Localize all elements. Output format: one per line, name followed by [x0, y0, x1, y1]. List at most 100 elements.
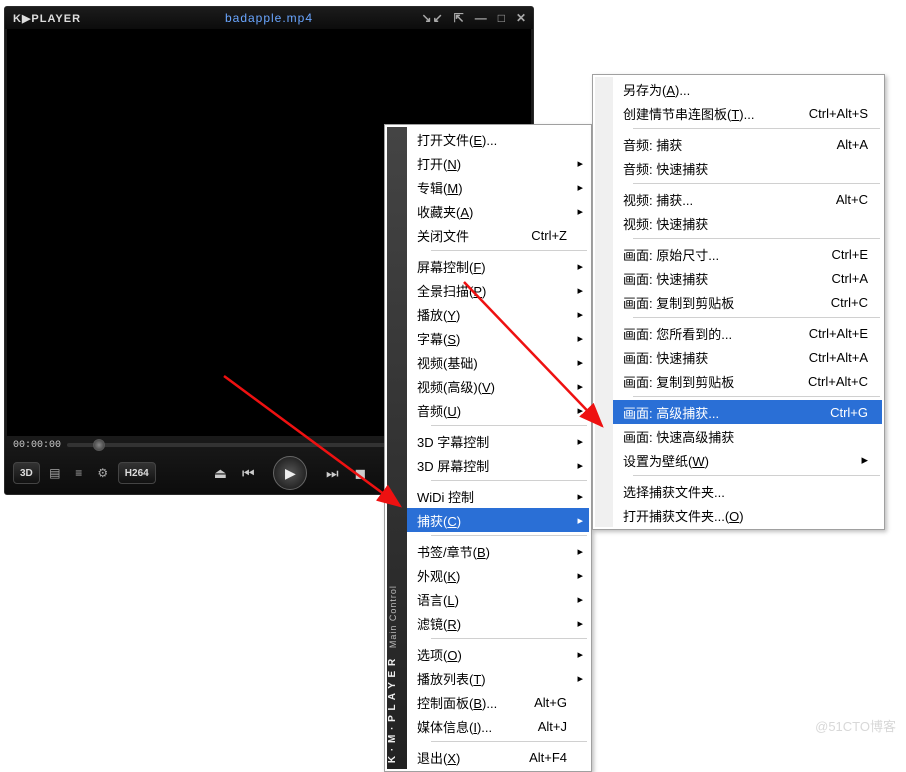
- menu-separator: [431, 638, 587, 639]
- menu-separator: [431, 741, 587, 742]
- submenu-item[interactable]: 画面: 复制到剪贴板Ctrl+C: [613, 290, 882, 314]
- playlist-icon[interactable]: ▤: [46, 464, 64, 482]
- menu-item[interactable]: 全景扫描(P)▸: [407, 278, 589, 302]
- context-menu-main: K · M · P L A Y E R Main Control 打开文件(E)…: [384, 124, 592, 772]
- submenu-arrow-icon: ▸: [861, 452, 868, 468]
- badge-3d[interactable]: 3D: [13, 462, 40, 484]
- submenu-arrow-icon: ▸: [577, 435, 583, 448]
- menu-item[interactable]: 打开(N)▸: [407, 151, 589, 175]
- submenu-item[interactable]: 选择捕获文件夹...: [613, 479, 882, 503]
- submenu-item[interactable]: 视频: 快速捕获: [613, 211, 882, 235]
- menu-item[interactable]: 视频(基础)▸: [407, 350, 589, 374]
- submenu-arrow-icon: ▸: [577, 617, 583, 630]
- menu-separator: [431, 250, 587, 251]
- menu-item[interactable]: 控制面板(B)...Alt+G: [407, 690, 589, 714]
- eq-icon[interactable]: ≡: [70, 464, 88, 482]
- menu-item[interactable]: 音频(U)▸: [407, 398, 589, 422]
- menu-separator: [633, 238, 880, 239]
- menu-item[interactable]: 关闭文件Ctrl+Z: [407, 223, 589, 247]
- minimize-icon[interactable]: —: [475, 11, 488, 25]
- menu-separator: [633, 183, 880, 184]
- submenu-item[interactable]: 创建情节串连图板(T)...Ctrl+Alt+S: [613, 101, 882, 125]
- submenu-item[interactable]: 设置为壁纸(W)▸: [613, 448, 882, 472]
- menu-item[interactable]: 选项(O)▸: [407, 642, 589, 666]
- menu-separator: [431, 480, 587, 481]
- maximize-icon[interactable]: □: [498, 11, 506, 25]
- menu-item[interactable]: 3D 字幕控制▸: [407, 429, 589, 453]
- submenu-item[interactable]: 另存为(A)...: [613, 77, 882, 101]
- menu-item[interactable]: 视频(高级)(V)▸: [407, 374, 589, 398]
- submenu-item[interactable]: 画面: 快速捕获Ctrl+Alt+A: [613, 345, 882, 369]
- menu-separator: [633, 475, 880, 476]
- submenu-item[interactable]: 打开捕获文件夹...(O): [613, 503, 882, 527]
- submenu-arrow-icon: ▸: [577, 157, 583, 170]
- menu-separator: [633, 396, 880, 397]
- seek-handle[interactable]: [93, 439, 105, 451]
- submenu-arrow-icon: ▸: [577, 593, 583, 606]
- submenu-arrow-icon: ▸: [577, 490, 583, 503]
- menu-item[interactable]: 媒体信息(I)...Alt+J: [407, 714, 589, 738]
- submenu-item[interactable]: 画面: 快速捕获Ctrl+A: [613, 266, 882, 290]
- menu-item[interactable]: 退出(X)Alt+F4: [407, 745, 589, 769]
- now-playing-filename: badapple.mp4: [225, 11, 313, 25]
- submenu-item[interactable]: 画面: 快速高级捕获: [613, 424, 882, 448]
- submenu-item[interactable]: 画面: 复制到剪贴板Ctrl+Alt+C: [613, 369, 882, 393]
- submenu-arrow-icon: ▸: [577, 672, 583, 685]
- menu-item[interactable]: 语言(L)▸: [407, 587, 589, 611]
- submenu-arrow-icon: ▸: [577, 380, 583, 393]
- eject-icon[interactable]: ⏏: [209, 465, 231, 482]
- menu-item[interactable]: WiDi 控制▸: [407, 484, 589, 508]
- submenu-arrow-icon: ▸: [577, 569, 583, 582]
- submenu-arrow-icon: ▸: [577, 205, 583, 218]
- context-menu-capture: 另存为(A)...创建情节串连图板(T)...Ctrl+Alt+S 音频: 捕获A…: [592, 74, 885, 530]
- stop-icon[interactable]: ◼: [349, 465, 371, 482]
- menu-item[interactable]: 书签/章节(B)▸: [407, 539, 589, 563]
- submenu-item[interactable]: 视频: 捕获...Alt+C: [613, 187, 882, 211]
- menu-item[interactable]: 外观(K)▸: [407, 563, 589, 587]
- submenu-arrow-icon: ▸: [577, 308, 583, 321]
- play-button[interactable]: ▶: [273, 456, 307, 490]
- submenu-arrow-icon: ▸: [577, 545, 583, 558]
- titlebar: K▶PLAYER badapple.mp4 ↘↙ ⇱ — □ ✕: [5, 7, 533, 29]
- menu-item[interactable]: 捕获(C)▸: [407, 508, 589, 532]
- menu-separator: [633, 128, 880, 129]
- menu-separator: [633, 317, 880, 318]
- submenu-arrow-icon: ▸: [577, 332, 583, 345]
- menu-item[interactable]: 专辑(M)▸: [407, 175, 589, 199]
- sidebar-brand: K · M · P L A Y E R: [387, 658, 398, 763]
- submenu-arrow-icon: ▸: [577, 284, 583, 297]
- badge-codec[interactable]: H264: [118, 462, 156, 484]
- submenu-item[interactable]: 画面: 高级捕获...Ctrl+G: [613, 400, 882, 424]
- menu-item[interactable]: 播放列表(T)▸: [407, 666, 589, 690]
- time-display: 00:00:00: [13, 440, 61, 451]
- next-icon[interactable]: ⏭: [321, 465, 343, 482]
- menu-item[interactable]: 3D 屏幕控制▸: [407, 453, 589, 477]
- submenu-item[interactable]: 画面: 您所看到的...Ctrl+Alt+E: [613, 321, 882, 345]
- submenu-item[interactable]: 音频: 快速捕获: [613, 156, 882, 180]
- menu-separator: [431, 425, 587, 426]
- watermark: @51CTO博客: [815, 716, 896, 735]
- menu-item[interactable]: 收藏夹(A)▸: [407, 199, 589, 223]
- menu-item[interactable]: 屏幕控制(F)▸: [407, 254, 589, 278]
- menu-item[interactable]: 播放(Y)▸: [407, 302, 589, 326]
- submenu-arrow-icon: ▸: [577, 648, 583, 661]
- submenu-gutter: [595, 77, 613, 527]
- menu-item[interactable]: 滤镜(R)▸: [407, 611, 589, 635]
- submenu-item[interactable]: 画面: 原始尺寸...Ctrl+E: [613, 242, 882, 266]
- close-icon[interactable]: ✕: [516, 11, 527, 25]
- submenu-arrow-icon: ▸: [577, 181, 583, 194]
- menu-separator: [431, 535, 587, 536]
- menu-item[interactable]: 打开文件(E)...: [407, 127, 589, 151]
- submenu-arrow-icon: ▸: [577, 459, 583, 472]
- pin-icon[interactable]: ↘↙: [422, 11, 444, 25]
- settings-icon[interactable]: ⚙: [94, 464, 112, 482]
- dock-icon[interactable]: ⇱: [454, 11, 465, 25]
- menu-item[interactable]: 字幕(S)▸: [407, 326, 589, 350]
- submenu-item[interactable]: 音频: 捕获Alt+A: [613, 132, 882, 156]
- app-logo: K▶PLAYER: [13, 12, 81, 25]
- prev-icon[interactable]: ⏮: [237, 465, 259, 482]
- submenu-arrow-icon: ▸: [577, 260, 583, 273]
- menu-sidebar: K · M · P L A Y E R Main Control: [387, 127, 407, 769]
- sidebar-subtitle: Main Control: [388, 585, 398, 648]
- submenu-arrow-icon: ▸: [577, 404, 583, 417]
